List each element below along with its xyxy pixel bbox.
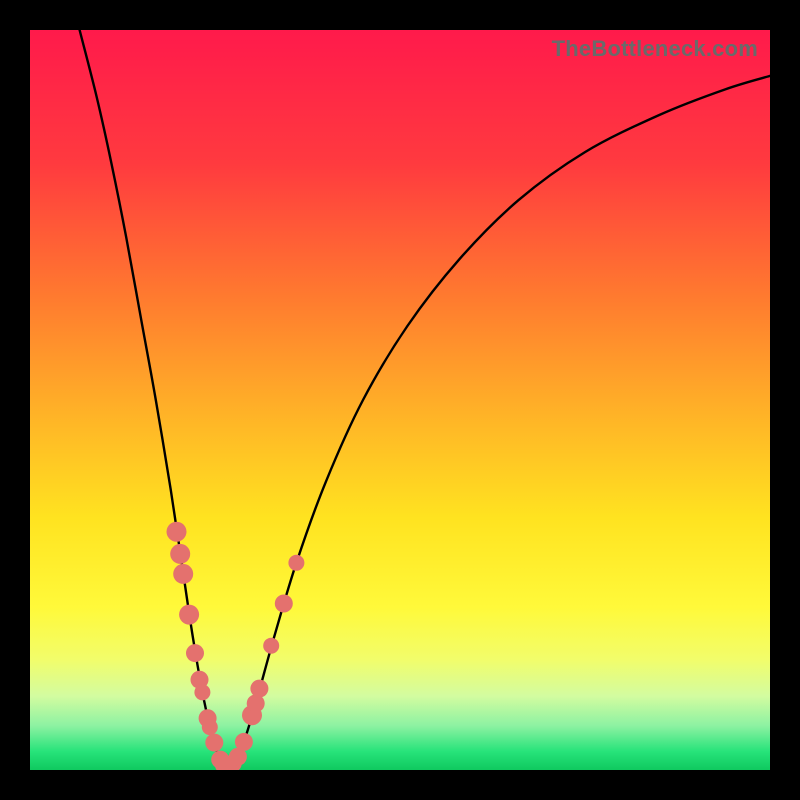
marker-dot — [173, 564, 193, 584]
marker-dot — [170, 544, 190, 564]
marker-dot — [167, 522, 187, 542]
marker-dot — [179, 605, 199, 625]
marker-dot — [263, 638, 279, 654]
plot-area: TheBottleneck.com — [30, 30, 770, 770]
curve-layer — [30, 30, 770, 770]
marker-dot — [186, 644, 204, 662]
bottleneck-curve — [80, 30, 770, 767]
marker-group — [167, 522, 305, 770]
marker-dot — [288, 555, 304, 571]
marker-dot — [194, 684, 210, 700]
chart-frame: TheBottleneck.com — [0, 0, 800, 800]
watermark-text: TheBottleneck.com — [552, 36, 758, 62]
marker-dot — [205, 734, 223, 752]
marker-dot — [235, 733, 253, 751]
marker-dot — [250, 680, 268, 698]
marker-dot — [275, 595, 293, 613]
marker-dot — [202, 719, 218, 735]
